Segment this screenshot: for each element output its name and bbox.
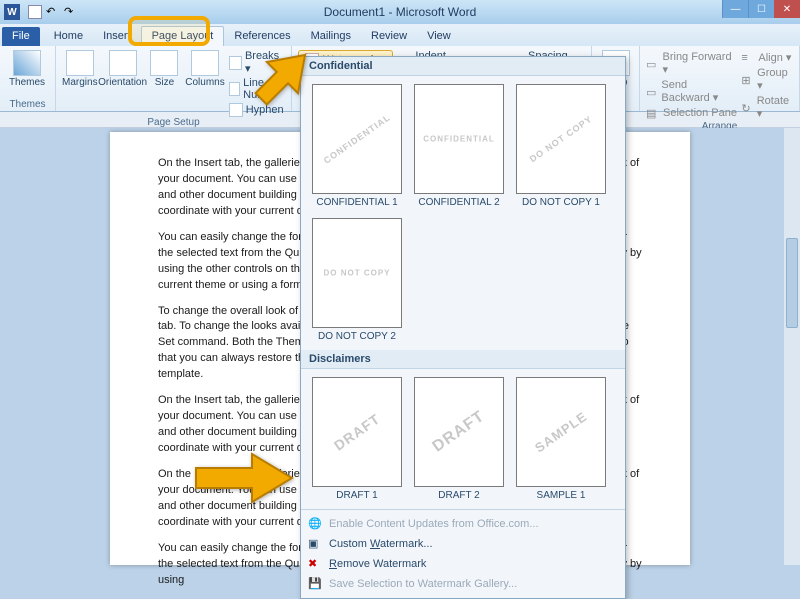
send-backward-icon: ▭ [646, 86, 658, 98]
tab-view[interactable]: View [417, 27, 461, 46]
titlebar: W ↶ ↷ Document1 - Microsoft Word — ☐ ✕ [0, 0, 800, 24]
group-button[interactable]: ⊞Group ▾ [741, 66, 793, 93]
gallery-section-header: Disclaimers [301, 350, 625, 369]
rotate-icon: ↻ [741, 102, 753, 114]
gallery-caption: SAMPLE 1 [537, 490, 586, 501]
menu-custom-watermark[interactable]: ▣Custom Watermark... [301, 534, 625, 554]
arrow-to-watermark [235, 33, 327, 128]
size-button[interactable]: Size [148, 50, 182, 88]
margins-button[interactable]: Margins [62, 50, 98, 88]
selection-pane-button[interactable]: ▤Selection Pane [646, 106, 737, 120]
align-icon: ≡ [741, 52, 755, 64]
save-icon: 💾 [308, 577, 322, 591]
gallery-thumb: DRAFT [414, 377, 504, 487]
themes-icon [13, 50, 41, 76]
gallery-thumb: DO NOT COPY [312, 218, 402, 328]
gallery-caption: CONFIDENTIAL 1 [316, 197, 397, 208]
watermark-text: DRAFT [430, 408, 489, 457]
columns-button[interactable]: Columns [185, 50, 224, 88]
watermark-text: CONFIDENTIAL [322, 112, 392, 166]
maximize-button[interactable]: ☐ [748, 0, 774, 18]
gallery-item[interactable]: DO NOT COPY DO NOT COPY 1 [515, 84, 607, 208]
group-themes: Themes Themes [0, 46, 56, 111]
orientation-icon [109, 50, 137, 76]
watermark-text: CONFIDENTIAL [423, 135, 495, 144]
menu-save-selection: 💾Save Selection to Watermark Gallery... [301, 574, 625, 594]
save-icon[interactable] [28, 5, 42, 19]
gallery-menu: 🌐Enable Content Updates from Office.com.… [301, 509, 625, 598]
bring-forward-button[interactable]: ▭Bring Forward ▾ [646, 50, 737, 77]
gallery-grid-disclaimers: DRAFT DRAFT 1 DRAFT DRAFT 2 SAMPLE SAMPLE 1 [301, 369, 625, 509]
gallery-section-header: Confidential [301, 57, 625, 76]
gallery-item[interactable]: SAMPLE SAMPLE 1 [515, 377, 607, 501]
watermark-text: SAMPLE [532, 409, 590, 456]
window-controls: — ☐ ✕ [722, 0, 800, 18]
watermark-text: DO NOT COPY [323, 269, 390, 278]
gallery-caption: DRAFT 1 [336, 490, 378, 501]
undo-icon[interactable]: ↶ [46, 5, 60, 19]
tab-file[interactable]: File [2, 27, 40, 46]
themes-button[interactable]: Themes [6, 50, 48, 88]
arrow-to-custom-watermark [188, 448, 298, 511]
quick-access-toolbar: ↶ ↷ [24, 5, 78, 19]
gallery-thumb: DO NOT COPY [516, 84, 606, 194]
ribbon-tabs: File Home Insert Page Layout References … [0, 24, 800, 46]
vertical-scrollbar[interactable] [784, 128, 800, 565]
columns-icon [191, 50, 219, 76]
menu-remove-watermark[interactable]: ✖Remove Watermark [301, 554, 625, 574]
highlight-page-layout-tab [128, 16, 210, 46]
orientation-button[interactable]: Orientation [102, 50, 144, 88]
watermark-text: DRAFT [331, 410, 383, 453]
rotate-button[interactable]: ↻Rotate ▾ [741, 94, 793, 121]
gallery-item[interactable]: DO NOT COPY DO NOT COPY 2 [311, 218, 403, 342]
minimize-button[interactable]: — [722, 0, 748, 18]
menu-enable-updates: 🌐Enable Content Updates from Office.com.… [301, 514, 625, 534]
watermark-text: DO NOT COPY [528, 114, 594, 165]
gallery-item[interactable]: CONFIDENTIAL CONFIDENTIAL 2 [413, 84, 505, 208]
tab-review[interactable]: Review [361, 27, 417, 46]
send-backward-button[interactable]: ▭Send Backward ▾ [646, 78, 737, 105]
globe-icon: 🌐 [308, 517, 322, 531]
watermark-icon: ▣ [308, 537, 322, 551]
watermark-gallery: Confidential CONFIDENTIAL CONFIDENTIAL 1 C… [300, 56, 626, 599]
gallery-grid-confidential: CONFIDENTIALCONFIDENTIAL 1CONFIDENTIALCO… [301, 76, 625, 350]
gallery-caption: CONFIDENTIAL 2 [418, 197, 499, 208]
gallery-thumb: DRAFT [312, 377, 402, 487]
gallery-caption: DO NOT COPY 1 [522, 197, 600, 208]
close-button[interactable]: ✕ [774, 0, 800, 18]
selection-pane-icon: ▤ [646, 107, 660, 119]
gallery-caption: DO NOT COPY 2 [318, 331, 396, 342]
gallery-thumb: SAMPLE [516, 377, 606, 487]
redo-icon[interactable]: ↷ [64, 5, 78, 19]
gallery-caption: DRAFT 2 [438, 490, 480, 501]
bring-forward-icon: ▭ [646, 58, 660, 70]
group-icon: ⊞ [741, 74, 754, 86]
align-button[interactable]: ≡Align ▾ [741, 50, 793, 65]
gallery-item[interactable]: DRAFT DRAFT 2 [413, 377, 505, 501]
scrollbar-thumb[interactable] [786, 238, 798, 328]
remove-icon: ✖ [308, 557, 322, 571]
window-title: Document1 - Microsoft Word [324, 5, 477, 19]
gallery-item[interactable]: DRAFT DRAFT 1 [311, 377, 403, 501]
tab-home[interactable]: Home [44, 27, 93, 46]
group-arrange: ▭Bring Forward ▾ ▭Send Backward ▾ ▤Selec… [640, 46, 800, 111]
gallery-thumb: CONFIDENTIAL [414, 84, 504, 194]
size-icon [150, 50, 178, 76]
margins-icon [66, 50, 94, 76]
word-icon: W [4, 4, 20, 20]
